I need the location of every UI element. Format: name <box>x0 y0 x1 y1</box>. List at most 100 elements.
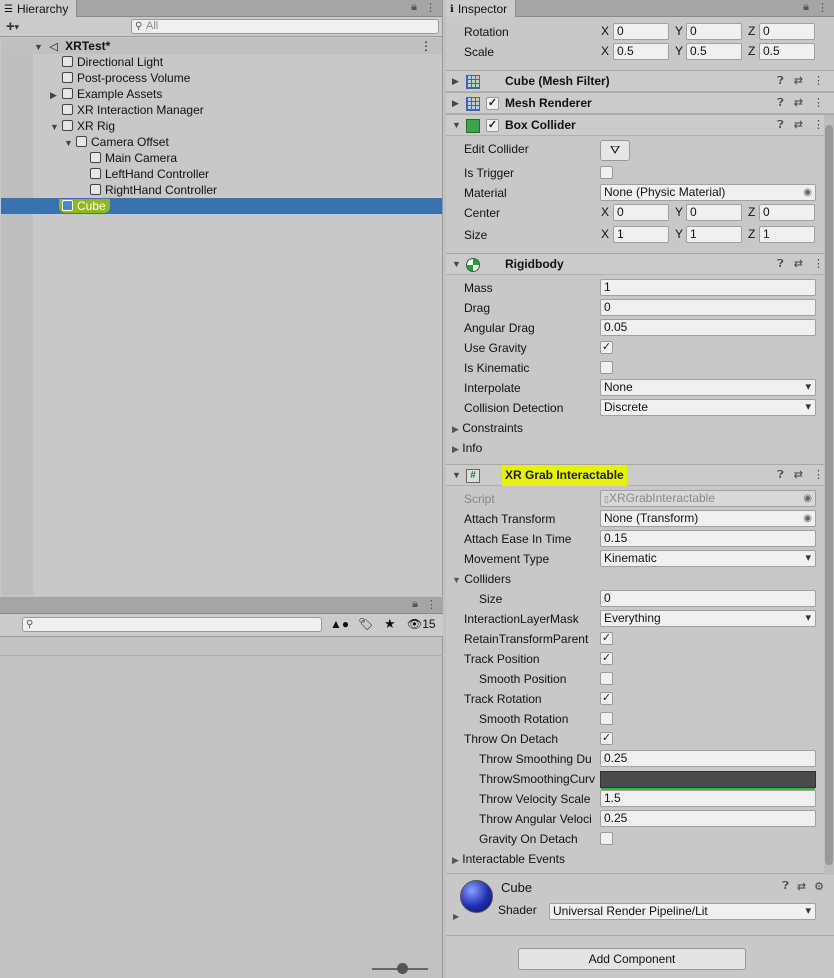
retain-parent-checkbox[interactable]: ✓ <box>600 632 613 645</box>
center-x-field[interactable]: 0 <box>613 204 669 221</box>
throw-on-detach-checkbox[interactable]: ✓ <box>600 732 613 745</box>
size-y-field[interactable]: 1 <box>686 226 742 243</box>
movement-type-dropdown[interactable]: Kinematic <box>600 550 816 567</box>
material-foldout-arrow-icon[interactable]: ▶ <box>453 912 459 921</box>
help-icon[interactable]: ❓︎ <box>777 115 784 136</box>
hierarchy-tab[interactable]: ☰ Hierarchy <box>0 0 78 17</box>
component-menu-icon[interactable]: ⋮ <box>813 115 824 136</box>
throw-angular-velocity-field[interactable]: 0.25 <box>600 810 816 827</box>
hidden-packages-toggle[interactable]: 👁︎15 <box>407 617 436 631</box>
enabled-checkbox[interactable]: ✓ <box>486 97 499 110</box>
scale-x-field[interactable]: 0.5 <box>613 43 669 60</box>
rotation-y-field[interactable]: 0 <box>686 23 742 40</box>
size-x-field[interactable]: 1 <box>613 226 669 243</box>
collapse-arrow-icon[interactable]: ▶ <box>452 93 459 114</box>
presets-icon[interactable]: ⇄ <box>797 880 806 893</box>
filter-by-type-icon[interactable]: ▲● <box>330 617 349 631</box>
is-trigger-checkbox[interactable] <box>600 166 613 179</box>
project-search-input[interactable]: ⚲ <box>22 617 322 632</box>
rigidbody-header[interactable]: ▼ Rigidbody ❓︎ ⇄ ⋮ <box>446 253 834 275</box>
presets-icon[interactable]: ⇄ <box>794 254 803 275</box>
zoom-slider-handle[interactable] <box>397 963 408 974</box>
scene-row[interactable]: ▼ ◁ XRTest* ⋮ <box>1 38 442 54</box>
more-menu-icon[interactable]: ⋮ <box>425 1 436 14</box>
rotation-x-field[interactable]: 0 <box>613 23 669 40</box>
collapse-arrow-icon[interactable]: ▼ <box>452 115 461 136</box>
help-icon[interactable]: ❓︎ <box>782 880 789 893</box>
add-component-button[interactable]: Add Component <box>518 948 746 970</box>
layer-mask-dropdown[interactable]: Everything <box>600 610 816 627</box>
tree-item-main-camera[interactable]: Main Camera <box>1 150 442 166</box>
presets-icon[interactable]: ⇄ <box>794 71 803 92</box>
presets-icon[interactable]: ⇄ <box>794 465 803 486</box>
size-z-field[interactable]: 1 <box>759 226 815 243</box>
info-foldout[interactable]: ▶ Info <box>452 439 482 457</box>
rotation-z-field[interactable]: 0 <box>759 23 815 40</box>
tree-item-post-process-volume[interactable]: Post-process Volume <box>1 70 442 86</box>
mesh-renderer-header[interactable]: ▶ ✓ Mesh Renderer ❓︎ ⇄ ⋮ <box>446 92 834 114</box>
tree-item-xr-rig[interactable]: ▼ XR Rig <box>1 118 442 134</box>
track-position-checkbox[interactable]: ✓ <box>600 652 613 665</box>
attach-ease-field[interactable]: 0.15 <box>600 530 816 547</box>
more-menu-icon[interactable]: ⋮ <box>817 1 828 14</box>
expand-arrow-icon[interactable]: ▶ <box>50 87 62 103</box>
scale-z-field[interactable]: 0.5 <box>759 43 815 60</box>
filter-by-label-icon[interactable]: 🏷︎ <box>358 617 373 631</box>
create-button[interactable]: +▾ <box>6 18 19 35</box>
collapse-arrow-icon[interactable]: ▼ <box>452 465 461 486</box>
lock-icon[interactable]: 🔒︎ <box>411 1 417 14</box>
edit-collider-button[interactable]: ⛛ <box>600 140 630 161</box>
lock-icon[interactable]: 🔒︎ <box>803 1 809 14</box>
tree-item-righthand-controller[interactable]: RightHand Controller <box>1 182 442 198</box>
interactable-events-foldout[interactable]: ▶ Interactable Events <box>452 850 565 868</box>
component-menu-icon[interactable]: ⋮ <box>813 93 824 114</box>
settings-gear-icon[interactable]: ⚙ <box>814 880 824 893</box>
center-y-field[interactable]: 0 <box>686 204 742 221</box>
physic-material-field[interactable]: None (Physic Material) <box>600 184 816 201</box>
collapse-arrow-icon[interactable]: ▶ <box>452 71 459 92</box>
component-menu-icon[interactable]: ⋮ <box>813 254 824 275</box>
box-collider-header[interactable]: ▼ ✓ Box Collider ❓︎ ⇄ ⋮ <box>446 114 834 136</box>
tree-item-lefthand-controller[interactable]: LeftHand Controller <box>1 166 442 182</box>
expand-arrow-icon[interactable]: ▼ <box>34 39 46 55</box>
help-icon[interactable]: ❓︎ <box>777 71 784 92</box>
component-menu-icon[interactable]: ⋮ <box>813 71 824 92</box>
is-kinematic-checkbox[interactable] <box>600 361 613 374</box>
gravity-on-detach-checkbox[interactable] <box>600 832 613 845</box>
mass-field[interactable]: 1 <box>600 279 816 296</box>
more-menu-icon[interactable]: ⋮ <box>426 598 437 611</box>
enabled-checkbox[interactable]: ✓ <box>486 119 499 132</box>
throw-velocity-scale-field[interactable]: 1.5 <box>600 790 816 807</box>
throw-smoothing-duration-field[interactable]: 0.25 <box>600 750 816 767</box>
colliders-foldout[interactable]: ▼ Colliders <box>452 570 511 588</box>
inspector-scrollbar-thumb[interactable] <box>825 125 833 865</box>
center-z-field[interactable]: 0 <box>759 204 815 221</box>
hierarchy-search-input[interactable]: ⚲ All <box>131 19 439 34</box>
colliders-size-field[interactable]: 0 <box>600 590 816 607</box>
drag-field[interactable]: 0 <box>600 299 816 316</box>
lock-icon[interactable]: 🔒︎ <box>412 598 418 611</box>
collision-detection-dropdown[interactable]: Discrete <box>600 399 816 416</box>
interpolate-dropdown[interactable]: None <box>600 379 816 396</box>
presets-icon[interactable]: ⇄ <box>794 115 803 136</box>
tree-item-camera-offset[interactable]: ▼ Camera Offset <box>1 134 442 150</box>
smooth-position-checkbox[interactable] <box>600 672 613 685</box>
inspector-tab[interactable]: ℹ Inspector <box>446 0 517 17</box>
help-icon[interactable]: ❓︎ <box>777 254 784 275</box>
smooth-rotation-checkbox[interactable] <box>600 712 613 725</box>
presets-icon[interactable]: ⇄ <box>794 93 803 114</box>
tree-item-cube[interactable]: Cube <box>1 198 442 214</box>
angular-drag-field[interactable]: 0.05 <box>600 319 816 336</box>
expand-arrow-icon[interactable]: ▼ <box>64 135 76 151</box>
help-icon[interactable]: ❓︎ <box>777 465 784 486</box>
scale-y-field[interactable]: 0.5 <box>686 43 742 60</box>
tree-item-example-assets[interactable]: ▶ Example Assets <box>1 86 442 102</box>
track-rotation-checkbox[interactable]: ✓ <box>600 692 613 705</box>
throw-smoothing-curve-field[interactable] <box>600 771 816 788</box>
tree-item-directional-light[interactable]: Directional Light <box>1 54 442 70</box>
mesh-filter-header[interactable]: ▶ Cube (Mesh Filter) ❓︎ ⇄ ⋮ <box>446 70 834 92</box>
component-menu-icon[interactable]: ⋮ <box>813 465 824 486</box>
xr-grab-interactable-header[interactable]: ▼ # XR Grab Interactable ❓︎ ⇄ ⋮ <box>446 464 834 486</box>
attach-transform-field[interactable]: None (Transform) <box>600 510 816 527</box>
expand-arrow-icon[interactable]: ▼ <box>50 119 62 135</box>
